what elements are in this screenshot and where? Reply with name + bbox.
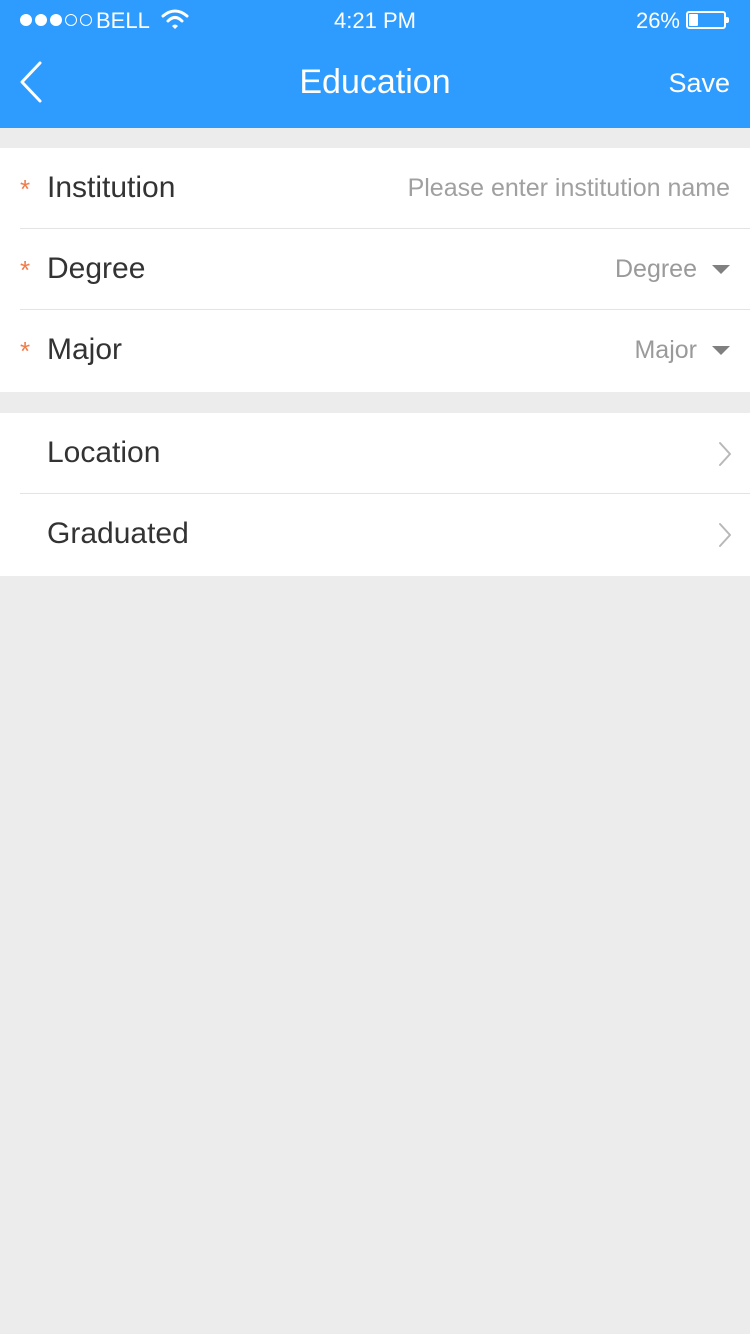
status-bar: BELL 4:21 PM 26% — [0, 0, 750, 40]
graduated-label: Graduated — [47, 517, 189, 550]
optional-fields-group: Location Graduated — [0, 413, 750, 576]
education-screen: BELL 4:21 PM 26% Education Save * Instit… — [0, 0, 750, 1334]
institution-input[interactable] — [330, 168, 730, 208]
graduated-row[interactable]: Graduated — [20, 494, 750, 575]
page-title: Education — [299, 63, 451, 101]
institution-row[interactable]: * Institution — [20, 148, 750, 229]
institution-label: Institution — [47, 171, 176, 204]
degree-select[interactable]: Degree — [615, 251, 697, 287]
major-row[interactable]: * Major Major — [20, 310, 750, 391]
required-asterisk-icon: * — [20, 336, 31, 366]
battery-percent: 26% — [635, 8, 680, 33]
caret-down-icon — [712, 265, 730, 274]
chevron-right-icon — [719, 442, 731, 466]
major-select[interactable]: Major — [634, 332, 697, 368]
battery-level — [689, 14, 698, 26]
required-asterisk-icon: * — [20, 174, 31, 204]
header: BELL 4:21 PM 26% Education Save — [0, 0, 750, 128]
save-button[interactable]: Save — [668, 64, 730, 102]
degree-row[interactable]: * Degree Degree — [20, 229, 750, 310]
caret-down-icon — [712, 346, 730, 355]
location-row[interactable]: Location — [20, 413, 750, 494]
location-label: Location — [47, 436, 161, 469]
required-fields-group: * Institution * Degree Degree * Major Ma… — [0, 148, 750, 392]
battery-icon — [686, 11, 729, 29]
degree-label: Degree — [47, 252, 146, 285]
major-label: Major — [47, 333, 123, 366]
chevron-right-icon — [719, 523, 731, 547]
required-asterisk-icon: * — [20, 255, 31, 285]
nav-bar: Education Save — [0, 40, 750, 128]
